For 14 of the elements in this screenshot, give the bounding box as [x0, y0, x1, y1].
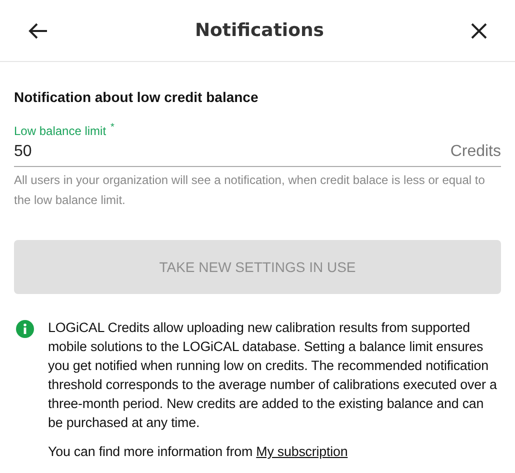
dialog-title: Notifications: [194, 20, 324, 41]
unit-suffix: Credits: [450, 143, 501, 161]
more-info-text: You can find more information from My subscription: [48, 443, 349, 461]
back-arrow-icon: [28, 22, 48, 38]
back-button[interactable]: [26, 20, 50, 40]
field-label: Low balance limit: [14, 124, 106, 138]
close-icon: [470, 22, 487, 38]
info-icon: [16, 320, 34, 338]
helper-text: All users in your organization will see a notification, when credit balace is less or equal to the low balance limit.: [14, 172, 486, 209]
section-title: Notification about low credit balance: [14, 89, 260, 105]
close-button[interactable]: [468, 20, 489, 40]
required-mark: *: [110, 122, 114, 133]
info-text: LOGiCAL Credits allow uploading new calibration results from supported mobile solutions to the LOGiCAL database. Setting a balance limit ensures you get notified when running low on credits. The recommended notification threshold corresponds to the average number of calibrations executed over a three-month period. New credits are added to the existing balance and can be purchased at any time.: [48, 319, 498, 432]
subscription-link[interactable]: My subscription: [256, 444, 348, 459]
